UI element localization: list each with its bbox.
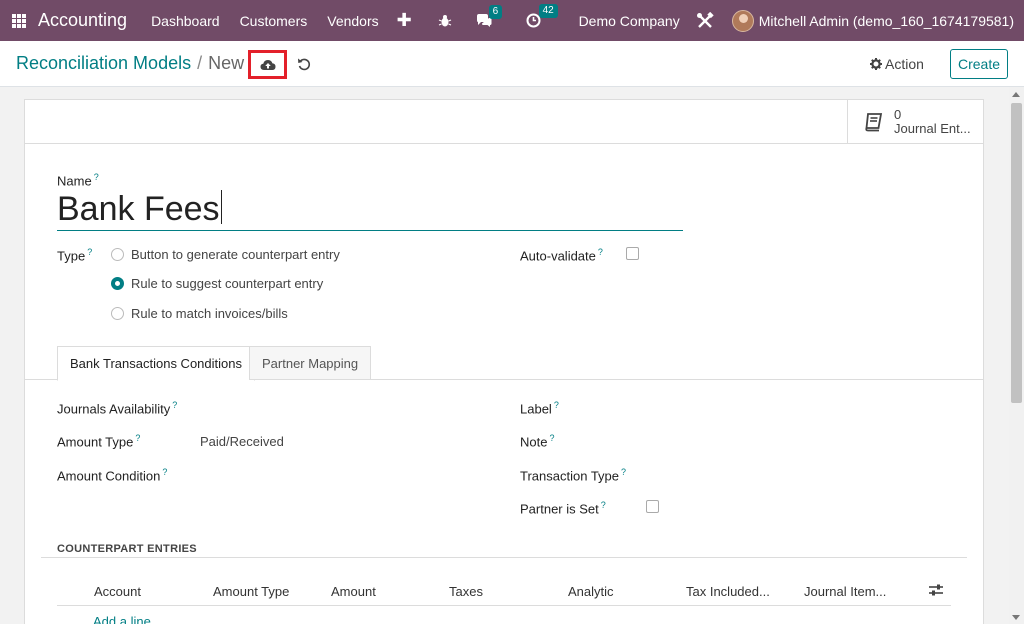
- stat-label: Journal Ent...: [894, 121, 971, 136]
- breadcrumb: Reconciliation Models / New: [16, 53, 244, 74]
- amount-condition-label: Amount Condition?: [57, 467, 168, 484]
- stat-count: 0: [894, 107, 902, 122]
- discard-button[interactable]: [296, 56, 312, 72]
- name-help-mark[interactable]: ?: [94, 172, 99, 182]
- navbar-systray: 6 42 Demo Company Mitchell Admin (demo_1…: [426, 0, 1024, 41]
- transaction-type-help-mark[interactable]: ?: [621, 467, 626, 477]
- column-tax-included[interactable]: Tax Included...: [686, 584, 770, 599]
- activities-count-badge: 42: [538, 4, 558, 18]
- messages-count-badge: 6: [488, 4, 503, 19]
- column-amount-type[interactable]: Amount Type: [213, 584, 289, 599]
- button-box: 0 Journal Ent...: [25, 100, 983, 144]
- name-value: Bank Fees: [57, 190, 220, 228]
- auto-validate-checkbox[interactable]: [626, 247, 639, 260]
- amount-type-select[interactable]: Paid/Received: [200, 434, 284, 449]
- journal-entries-stat-button[interactable]: 0 Journal Ent...: [847, 100, 983, 144]
- journals-availability-label: Journals Availability?: [57, 400, 178, 417]
- add-line-link[interactable]: Add a line: [93, 614, 151, 624]
- label-field-label: Label?: [520, 400, 559, 417]
- menu-customers[interactable]: Customers: [240, 13, 308, 29]
- user-menu[interactable]: Mitchell Admin (demo_160_1674179581): [759, 13, 1014, 29]
- note-label: Note?: [520, 433, 555, 450]
- column-account[interactable]: Account: [94, 584, 141, 599]
- breadcrumb-current: New: [208, 53, 245, 73]
- page-scrollbar[interactable]: [1009, 87, 1024, 624]
- company-switcher[interactable]: Demo Company: [579, 13, 680, 29]
- name-label: Name?: [57, 172, 99, 189]
- type-option-suggest[interactable]: Rule to suggest counterpart entry: [111, 276, 323, 291]
- undo-icon: [298, 58, 311, 71]
- tools-icon[interactable]: [696, 11, 714, 30]
- activity-clock-icon[interactable]: 42: [526, 4, 558, 28]
- bug-icon[interactable]: [438, 14, 452, 28]
- action-label: Action: [885, 56, 924, 72]
- cloud-upload-icon: [260, 59, 275, 70]
- column-analytic[interactable]: Analytic: [568, 584, 614, 599]
- book-icon: [865, 113, 883, 132]
- journals-help-mark[interactable]: ?: [172, 400, 177, 410]
- amount-type-label: Amount Type?: [57, 433, 141, 450]
- gear-icon: [870, 58, 882, 70]
- app-name[interactable]: Accounting: [38, 10, 127, 31]
- save-button[interactable]: [248, 50, 287, 79]
- breadcrumb-separator: /: [197, 53, 203, 73]
- type-help-mark[interactable]: ?: [87, 247, 92, 257]
- apps-grid-icon[interactable]: [12, 13, 26, 28]
- scroll-thumb[interactable]: [1011, 103, 1022, 403]
- form-sheet: 0 Journal Ent... Name? Bank Fees Type? B…: [24, 99, 984, 624]
- breadcrumb-parent[interactable]: Reconciliation Models: [16, 53, 191, 73]
- scroll-up-arrow-icon[interactable]: [1012, 92, 1020, 97]
- column-journal-item[interactable]: Journal Item...: [804, 584, 886, 599]
- radio-selected[interactable]: [111, 277, 124, 290]
- tab-partner-mapping[interactable]: Partner Mapping: [249, 346, 372, 380]
- user-avatar[interactable]: [731, 9, 754, 32]
- partner-is-set-help-mark[interactable]: ?: [601, 500, 606, 510]
- scroll-down-arrow-icon[interactable]: [1012, 615, 1020, 620]
- radio-unselected[interactable]: [111, 307, 124, 320]
- amount-type-help-mark[interactable]: ?: [135, 433, 140, 443]
- menu-dashboard[interactable]: Dashboard: [151, 13, 220, 29]
- column-amount[interactable]: Amount: [331, 584, 376, 599]
- partner-is-set-checkbox[interactable]: [646, 500, 659, 513]
- action-menu-button[interactable]: Action: [870, 56, 924, 72]
- top-navbar: Accounting Dashboard Customers Vendors ✚…: [0, 0, 1024, 41]
- amount-condition-help-mark[interactable]: ?: [162, 467, 167, 477]
- type-option-button[interactable]: Button to generate counterpart entry: [111, 247, 340, 262]
- auto-validate-label: Auto-validate?: [520, 247, 603, 264]
- radio-unselected[interactable]: [111, 248, 124, 261]
- column-settings-icon[interactable]: [929, 584, 943, 599]
- menu-vendors[interactable]: Vendors: [327, 13, 378, 29]
- create-button[interactable]: Create: [950, 49, 1008, 79]
- counterpart-list-header: Account Amount Type Amount Taxes Analyti…: [57, 576, 951, 606]
- plus-icon[interactable]: ✚: [397, 10, 412, 31]
- tab-bank-transactions-conditions[interactable]: Bank Transactions Conditions: [57, 346, 255, 381]
- type-option-match[interactable]: Rule to match invoices/bills: [111, 306, 288, 321]
- label-help-mark[interactable]: ?: [554, 400, 559, 410]
- column-taxes[interactable]: Taxes: [449, 584, 483, 599]
- note-help-mark[interactable]: ?: [549, 433, 554, 443]
- name-input[interactable]: Bank Fees: [57, 188, 683, 231]
- notebook-tabs: Bank Transactions Conditions Partner Map…: [25, 346, 983, 381]
- auto-validate-help-mark[interactable]: ?: [598, 247, 603, 257]
- type-label: Type?: [57, 247, 93, 264]
- messages-icon[interactable]: 6: [476, 4, 503, 28]
- partner-is-set-label: Partner is Set?: [520, 500, 606, 517]
- section-divider: [41, 557, 967, 558]
- transaction-type-label: Transaction Type?: [520, 467, 627, 484]
- counterpart-entries-title: COUNTERPART ENTRIES: [57, 543, 197, 555]
